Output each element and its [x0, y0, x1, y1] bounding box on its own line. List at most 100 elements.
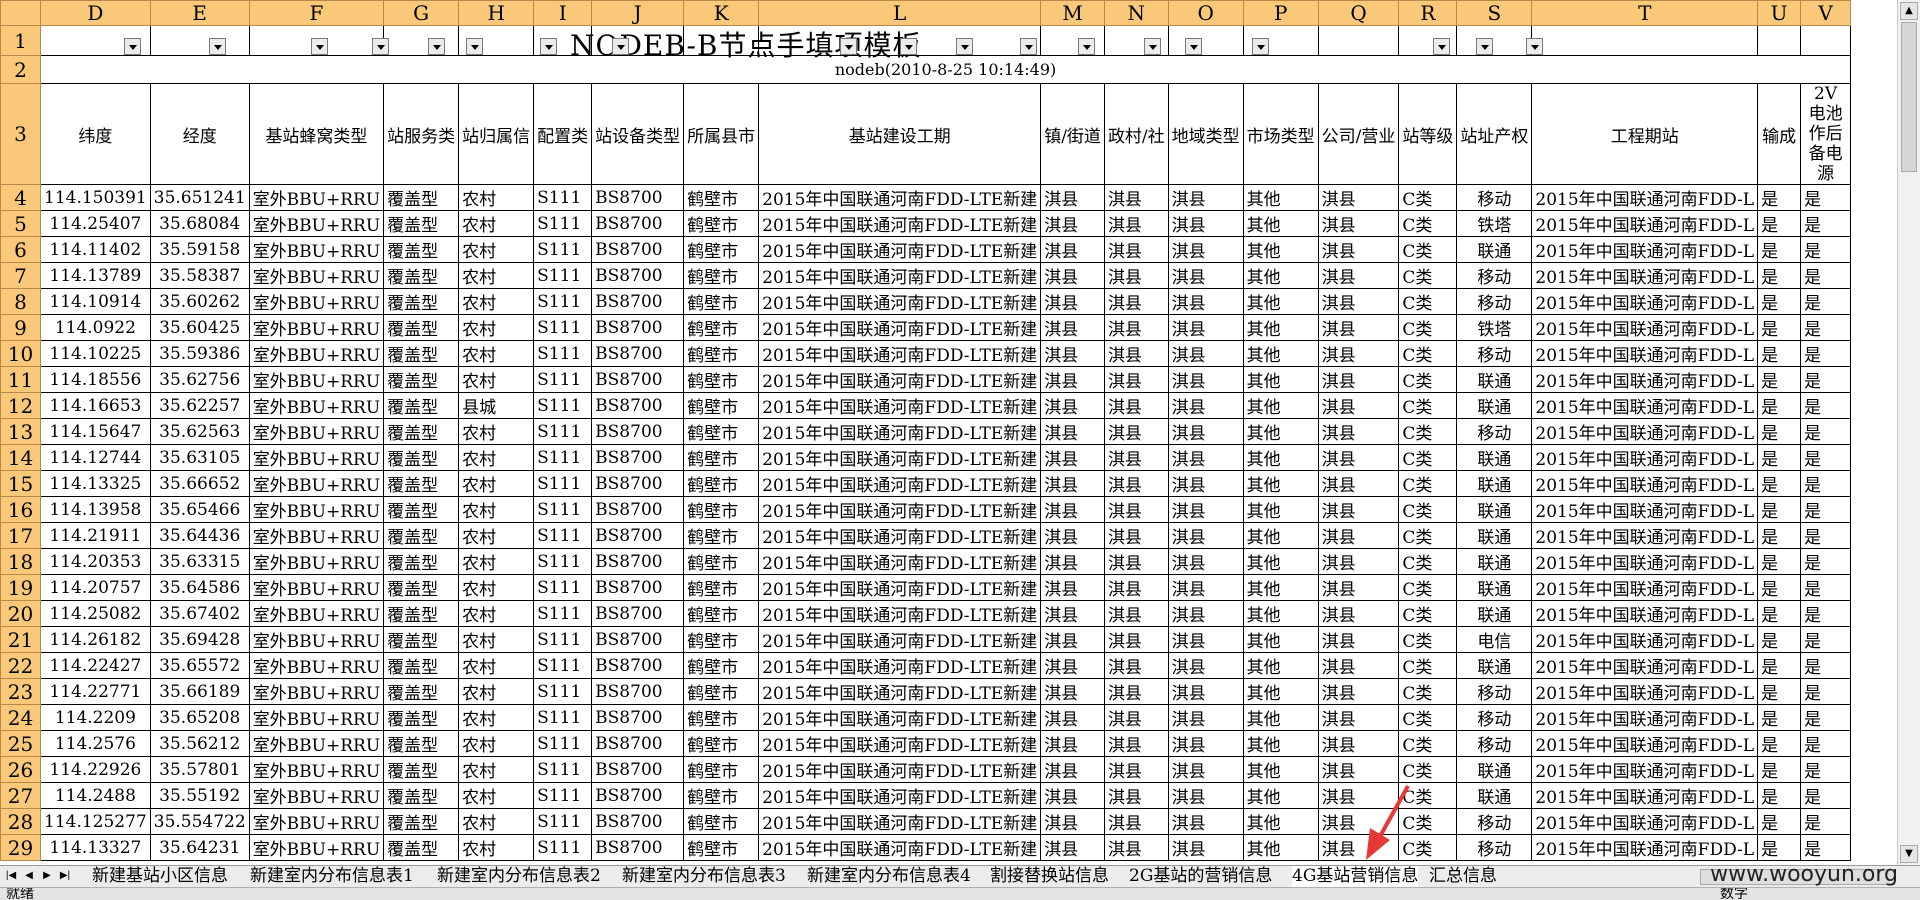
table-cell[interactable]: 淇县: [1040, 262, 1105, 289]
table-cell[interactable]: 农村: [458, 704, 535, 731]
table-cell[interactable]: 35.64586: [149, 574, 250, 601]
row-header[interactable]: 21: [0, 626, 41, 653]
table-cell[interactable]: BS8700: [591, 418, 685, 445]
table-cell[interactable]: 35.65572: [149, 652, 250, 679]
field-header[interactable]: 2V电池作后备电源: [1800, 83, 1852, 185]
table-cell[interactable]: 淇县: [1167, 288, 1244, 315]
table-cell[interactable]: 2015年中国联通河南FDD-LTE新建: [758, 704, 1042, 731]
table-cell[interactable]: 鹤壁市: [683, 314, 760, 341]
table-cell[interactable]: 35.66189: [149, 678, 250, 705]
column-header[interactable]: G: [383, 0, 460, 26]
table-cell[interactable]: 35.554722: [149, 808, 250, 835]
table-cell[interactable]: 淇县: [1040, 808, 1105, 835]
filter-cell[interactable]: [591, 25, 685, 56]
table-cell[interactable]: 淇县: [1167, 626, 1244, 653]
row-header[interactable]: 27: [0, 782, 41, 809]
table-cell[interactable]: S111: [533, 496, 593, 523]
table-cell[interactable]: S111: [533, 548, 593, 575]
table-cell[interactable]: 其他: [1242, 652, 1319, 679]
table-cell[interactable]: 淇县: [1040, 652, 1105, 679]
table-cell[interactable]: 淇县: [1167, 418, 1244, 445]
table-cell[interactable]: 淇县: [1317, 704, 1400, 731]
table-cell[interactable]: C类: [1398, 626, 1458, 653]
row-header[interactable]: 1: [0, 25, 41, 56]
table-cell[interactable]: C类: [1398, 756, 1458, 783]
table-cell[interactable]: 35.59158: [149, 236, 250, 263]
table-cell[interactable]: 2015年中国联通河南FDD-L: [1531, 678, 1759, 705]
table-cell[interactable]: 淇县: [1040, 548, 1105, 575]
table-cell[interactable]: 联通: [1456, 366, 1533, 393]
table-cell[interactable]: 是: [1800, 392, 1852, 419]
table-cell[interactable]: 2015年中国联通河南FDD-LTE新建: [758, 496, 1042, 523]
table-cell[interactable]: 农村: [458, 236, 535, 263]
table-cell[interactable]: 其他: [1242, 600, 1319, 627]
field-header[interactable]: 政村/社: [1103, 83, 1169, 185]
table-cell[interactable]: 淇县: [1103, 314, 1169, 341]
table-cell[interactable]: 淇县: [1317, 600, 1400, 627]
table-cell[interactable]: 114.20353: [40, 548, 151, 575]
table-cell[interactable]: 移动: [1456, 288, 1533, 315]
table-cell[interactable]: S111: [533, 184, 593, 211]
table-cell[interactable]: BS8700: [591, 522, 685, 549]
table-cell[interactable]: 2015年中国联通河南FDD-L: [1531, 340, 1759, 367]
filter-dropdown-icon[interactable]: [372, 38, 389, 55]
table-cell[interactable]: 114.18556: [40, 366, 151, 393]
table-cell[interactable]: 淇县: [1103, 574, 1169, 601]
table-cell[interactable]: 是: [1800, 574, 1852, 601]
table-cell[interactable]: 室外BBU+RRU: [248, 418, 385, 445]
table-cell[interactable]: 农村: [458, 730, 535, 757]
table-cell[interactable]: 覆盖型: [383, 210, 460, 237]
table-cell[interactable]: 2015年中国联通河南FDD-L: [1531, 652, 1759, 679]
table-cell[interactable]: 其他: [1242, 574, 1319, 601]
table-cell[interactable]: C类: [1398, 522, 1458, 549]
filter-dropdown-icon[interactable]: [466, 38, 483, 55]
table-cell[interactable]: S111: [533, 626, 593, 653]
table-cell[interactable]: 2015年中国联通河南FDD-LTE新建: [758, 444, 1042, 471]
sheet-tab[interactable]: 新建室内分布信息表3: [622, 866, 786, 887]
table-cell[interactable]: 淇县: [1317, 444, 1400, 471]
table-cell[interactable]: 淇县: [1040, 782, 1105, 809]
table-cell[interactable]: S111: [533, 678, 593, 705]
table-cell[interactable]: 淇县: [1317, 262, 1400, 289]
table-cell[interactable]: 淇县: [1167, 444, 1244, 471]
table-cell[interactable]: 2015年中国联通河南FDD-LTE新建: [758, 548, 1042, 575]
table-cell[interactable]: 2015年中国联通河南FDD-L: [1531, 444, 1759, 471]
table-cell[interactable]: 2015年中国联通河南FDD-LTE新建: [758, 392, 1042, 419]
table-cell[interactable]: 农村: [458, 418, 535, 445]
table-cell[interactable]: 是: [1757, 782, 1802, 809]
table-cell[interactable]: 室外BBU+RRU: [248, 340, 385, 367]
table-cell[interactable]: 淇县: [1103, 548, 1169, 575]
table-cell[interactable]: 农村: [458, 184, 535, 211]
table-cell[interactable]: 鹤壁市: [683, 730, 760, 757]
table-cell[interactable]: 是: [1800, 340, 1852, 367]
table-cell[interactable]: BS8700: [591, 444, 685, 471]
table-cell[interactable]: 2015年中国联通河南FDD-L: [1531, 626, 1759, 653]
table-cell[interactable]: 2015年中国联通河南FDD-L: [1531, 392, 1759, 419]
filter-cell[interactable]: [1456, 25, 1533, 56]
table-cell[interactable]: 农村: [458, 496, 535, 523]
table-cell[interactable]: 联通: [1456, 470, 1533, 497]
table-cell[interactable]: 移动: [1456, 678, 1533, 705]
scroll-thumb[interactable]: [1901, 22, 1917, 172]
table-cell[interactable]: 淇县: [1040, 730, 1105, 757]
table-cell[interactable]: C类: [1398, 340, 1458, 367]
column-header[interactable]: I: [533, 0, 593, 26]
table-cell[interactable]: 35.60425: [149, 314, 250, 341]
table-cell[interactable]: 其他: [1242, 366, 1319, 393]
table-cell[interactable]: BS8700: [591, 626, 685, 653]
table-cell[interactable]: 淇县: [1040, 366, 1105, 393]
table-cell[interactable]: C类: [1398, 496, 1458, 523]
table-cell[interactable]: 移动: [1456, 184, 1533, 211]
scroll-up-icon[interactable]: ▲: [1900, 2, 1918, 20]
table-cell[interactable]: 淇县: [1167, 574, 1244, 601]
table-cell[interactable]: 农村: [458, 652, 535, 679]
table-cell[interactable]: 淇县: [1317, 652, 1400, 679]
table-cell[interactable]: S111: [533, 808, 593, 835]
table-cell[interactable]: C类: [1398, 548, 1458, 575]
table-cell[interactable]: BS8700: [591, 288, 685, 315]
table-cell[interactable]: 淇县: [1167, 522, 1244, 549]
table-cell[interactable]: 是: [1800, 262, 1852, 289]
table-cell[interactable]: 114.15647: [40, 418, 151, 445]
filter-dropdown-icon[interactable]: [1185, 38, 1202, 55]
table-cell[interactable]: 是: [1757, 678, 1802, 705]
